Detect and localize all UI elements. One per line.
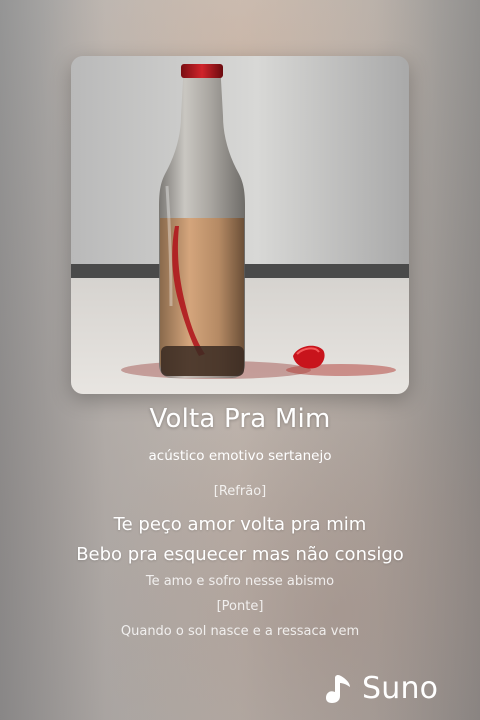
lyric-section-label: [Refrão] [213, 484, 267, 499]
lyric-line-active: Te peço amor volta pra mim [113, 514, 367, 535]
lyric-section-label: [Ponte] [216, 599, 264, 614]
lyric-line: Quando o sol nasce e a ressaca vem [120, 624, 360, 639]
suno-logo-icon [326, 674, 350, 703]
song-title: Volta Pra Mim [149, 404, 331, 434]
cover-art [71, 56, 409, 394]
suno-logo: Suno [320, 668, 438, 708]
song-style: acústico emotivo sertanejo [148, 448, 332, 464]
lyric-line-active: Bebo pra esquecer mas não consigo [76, 544, 404, 565]
lyric-line: Te amo e sofro nesse abismo [145, 574, 335, 589]
logo-text: Suno [362, 670, 439, 706]
